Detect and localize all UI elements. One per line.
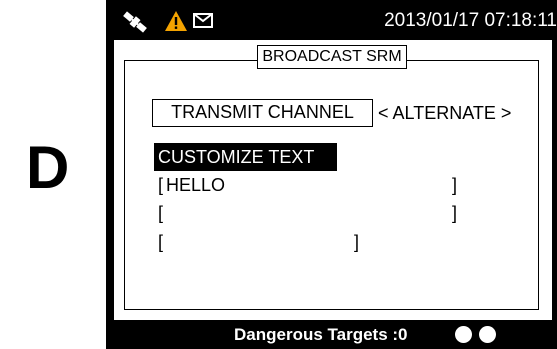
indicator-dot-icon: [455, 326, 472, 343]
screen: BROADCAST SRM TRANSMIT CHANNEL < ALTERNA…: [114, 40, 552, 320]
footer-bar: Dangerous Targets :0: [106, 320, 557, 349]
customize-text-heading[interactable]: CUSTOMIZE TEXT: [154, 143, 337, 171]
status-bar: 2013/01/17 07:18:11: [106, 0, 557, 40]
figure: D 2013/01/17 07:18:11 BROADCAST SRM TRAN…: [0, 0, 557, 349]
line-text: HELLO: [166, 175, 226, 195]
indicator-dot-icon: [479, 326, 496, 343]
close-bracket: ]: [354, 232, 360, 252]
close-bracket: ]: [452, 175, 458, 195]
panel-letter: D: [26, 134, 70, 201]
close-bracket: ]: [452, 203, 458, 223]
transmit-channel-selector[interactable]: < ALTERNATE >: [378, 99, 511, 127]
device-display: 2013/01/17 07:18:11 BROADCAST SRM TRANSM…: [106, 0, 557, 349]
mail-icon: [193, 13, 213, 28]
custom-text-line-3[interactable]: [ ]: [158, 230, 368, 254]
status-datetime: 2013/01/17 07:18:11: [384, 10, 557, 31]
custom-text-line-1[interactable]: [ HELLO ]: [158, 173, 458, 197]
satellite-icon: [118, 10, 152, 34]
warning-icon: [164, 10, 188, 32]
open-bracket: [: [158, 175, 164, 195]
custom-text-line-2[interactable]: [ ]: [158, 201, 458, 225]
open-bracket: [: [158, 203, 164, 223]
screen-title: BROADCAST SRM: [257, 45, 407, 69]
transmit-channel-button[interactable]: TRANSMIT CHANNEL: [152, 99, 373, 127]
dangerous-targets-label: Dangerous Targets :0: [234, 325, 408, 344]
open-bracket: [: [158, 232, 164, 252]
